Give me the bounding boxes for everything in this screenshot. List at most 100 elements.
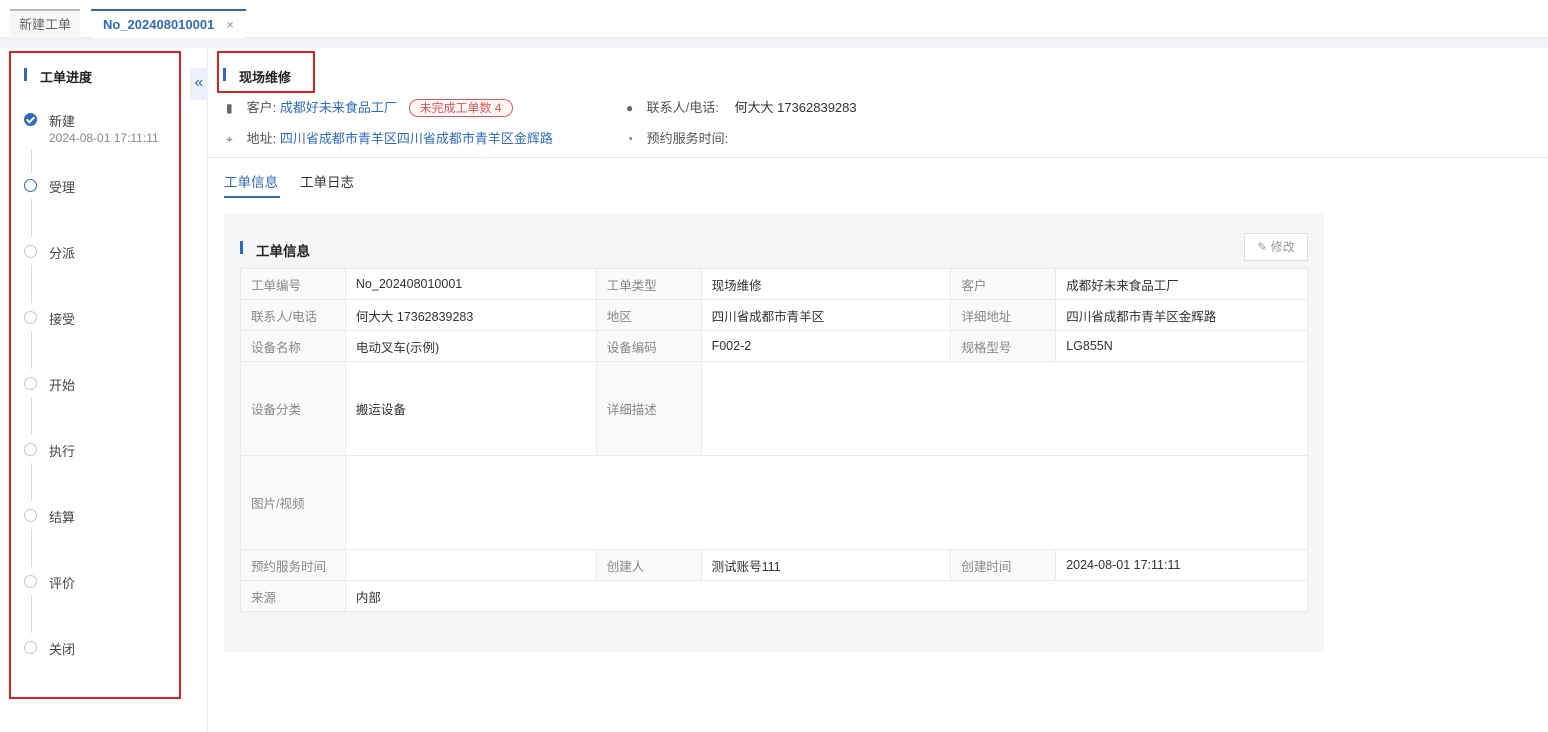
field-label: 工单类型 [595, 268, 702, 300]
address-row: ⌖ 地址: 四川省成都市青羊区四川省成都市青羊区金辉路 [226, 128, 553, 147]
step-label: 分派 [49, 246, 76, 261]
appointment-label: 预约服务时间: [646, 131, 729, 146]
check-circle-icon [24, 113, 37, 126]
work-order-info-panel: 工单信息 ✎ 修改 工单编号 No_202408010001 工单类型 现场维修… [224, 214, 1324, 652]
user-icon: ● [626, 101, 634, 115]
field-label: 创建人 [595, 549, 702, 581]
circle-icon [24, 245, 37, 258]
field-label: 规格型号 [950, 330, 1057, 362]
customer-row: ▮ 客户: 成都好未来食品工厂 未完成工单数 4 [226, 97, 513, 117]
edit-label: 修改 [1270, 240, 1295, 254]
field-label: 详细地址 [950, 299, 1057, 331]
field-value: 电动叉车(示例) [344, 330, 597, 362]
contact-label: 联系人/电话: [646, 100, 719, 115]
table-row: 图片/视频 [240, 455, 1309, 550]
unfinished-count-badge[interactable]: 未完成工单数 4 [408, 99, 513, 117]
circle-icon [24, 509, 37, 522]
circle-icon [24, 377, 37, 390]
field-value: 内部 [344, 580, 1309, 612]
circle-icon [24, 311, 37, 324]
table-row: 来源 内部 [240, 580, 1309, 612]
tab-label: No_202408010001 [103, 17, 215, 32]
address-link[interactable]: 四川省成都市青羊区四川省成都市青羊区金辉路 [280, 131, 553, 146]
circle-icon [24, 179, 37, 192]
step-connector [31, 199, 32, 237]
main-content: 现场维修 ▮ 客户: 成都好未来食品工厂 未完成工单数 4 ● 联系人/电话: … [208, 48, 1548, 732]
circle-icon [24, 443, 37, 456]
edit-icon: ✎ [1257, 240, 1268, 254]
table-row: 设备分类 搬运设备 详细描述 [240, 361, 1309, 456]
step-connector [31, 463, 32, 501]
customer-link[interactable]: 成都好未来食品工厂 [280, 100, 397, 115]
step-label: 受理 [49, 180, 76, 195]
field-label: 来源 [240, 580, 346, 612]
field-label: 详细描述 [595, 361, 702, 456]
step-label: 评价 [49, 576, 76, 591]
device-code-link[interactable]: F002-2 [700, 330, 952, 362]
field-label: 客户 [950, 268, 1057, 300]
divider [208, 157, 1548, 158]
step-label: 接受 [49, 312, 76, 327]
circle-icon [24, 575, 37, 588]
edit-button[interactable]: ✎ 修改 [1244, 233, 1308, 261]
field-label: 工单编号 [240, 268, 346, 300]
table-row: 联系人/电话 何大大 17362839283 地区 四川省成都市青羊区 详细地址… [240, 299, 1308, 331]
field-value: 何大大 17362839283 [344, 299, 597, 331]
step-time: 2024-08-01 17:11:11 [49, 131, 159, 145]
step-connector [31, 529, 32, 567]
contact-value: 何大大 17362839283 [734, 100, 857, 115]
highlight-box: 工单进度 新建 2024-08-01 17:11:11 受理 分派 接受 开始 [9, 51, 181, 699]
clock-icon: ◔ [626, 132, 634, 146]
collapse-sidebar-icon[interactable]: « [190, 68, 208, 100]
tab-work-order-info[interactable]: 工单信息 [224, 171, 278, 191]
field-value [700, 361, 1309, 456]
step-connector [31, 265, 32, 303]
field-value: 搬运设备 [344, 361, 597, 456]
field-label: 创建时间 [950, 549, 1057, 581]
tab-new-work-order[interactable]: 新建工单 [10, 9, 80, 38]
panel-title: 工单信息 [240, 240, 310, 260]
field-value: 四川省成都市青羊区金辉路 [1055, 299, 1308, 331]
customer-label: 客户: [246, 100, 277, 115]
field-label: 地区 [595, 299, 702, 331]
tab-strip [0, 38, 1548, 48]
step-connector [31, 595, 32, 633]
tab-work-order-log[interactable]: 工单日志 [300, 171, 354, 191]
info-table: 工单编号 No_202408010001 工单类型 现场维修 客户 成都好未来食… [240, 268, 1309, 612]
contact-row: ● 联系人/电话: 何大大 17362839283 [626, 97, 857, 116]
address-label: 地址: [246, 131, 277, 146]
step-label: 结算 [49, 510, 76, 525]
step-label: 开始 [49, 378, 76, 393]
appointment-row: ◔ 预约服务时间: [626, 128, 728, 147]
progress-title: 工单进度 [24, 67, 92, 86]
progress-sidebar: 工单进度 新建 2024-08-01 17:11:11 受理 分派 接受 开始 [0, 48, 208, 732]
tab-work-order-detail[interactable]: No_202408010001 × [91, 9, 246, 38]
field-value: 四川省成都市青羊区 [700, 299, 952, 331]
field-label: 联系人/电话 [240, 299, 346, 331]
field-label: 设备名称 [240, 330, 346, 362]
media-area [344, 455, 1309, 550]
location-pin-icon: ⌖ [226, 132, 233, 146]
table-row: 设备名称 电动叉车(示例) 设备编码 F002-2 规格型号 LG855N [240, 330, 1308, 362]
page-title: 现场维修 [223, 67, 291, 86]
table-row: 预约服务时间 创建人 测试账号111 创建时间 2024-08-01 17:11… [240, 549, 1308, 581]
field-value: LG855N [1055, 330, 1308, 362]
field-label: 预约服务时间 [240, 549, 346, 581]
tab-bar: 新建工单 No_202408010001 × [0, 0, 1548, 38]
circle-icon [24, 641, 37, 654]
step-connector [31, 397, 32, 435]
table-row: 工单编号 No_202408010001 工单类型 现场维修 客户 成都好未来食… [240, 268, 1308, 300]
field-label: 设备编码 [595, 330, 702, 362]
step-connector [31, 331, 32, 369]
step-label: 新建 [49, 114, 76, 129]
step-label: 关闭 [49, 642, 76, 657]
step-connector [31, 149, 32, 173]
field-value [344, 549, 597, 581]
step-label: 执行 [49, 444, 76, 459]
active-tab-indicator [224, 196, 280, 198]
field-label: 设备分类 [240, 361, 346, 456]
field-value: 成都好未来食品工厂 [1055, 268, 1308, 300]
close-icon[interactable]: × [226, 11, 234, 39]
field-label: 图片/视频 [240, 455, 346, 550]
field-value: 现场维修 [700, 268, 952, 300]
